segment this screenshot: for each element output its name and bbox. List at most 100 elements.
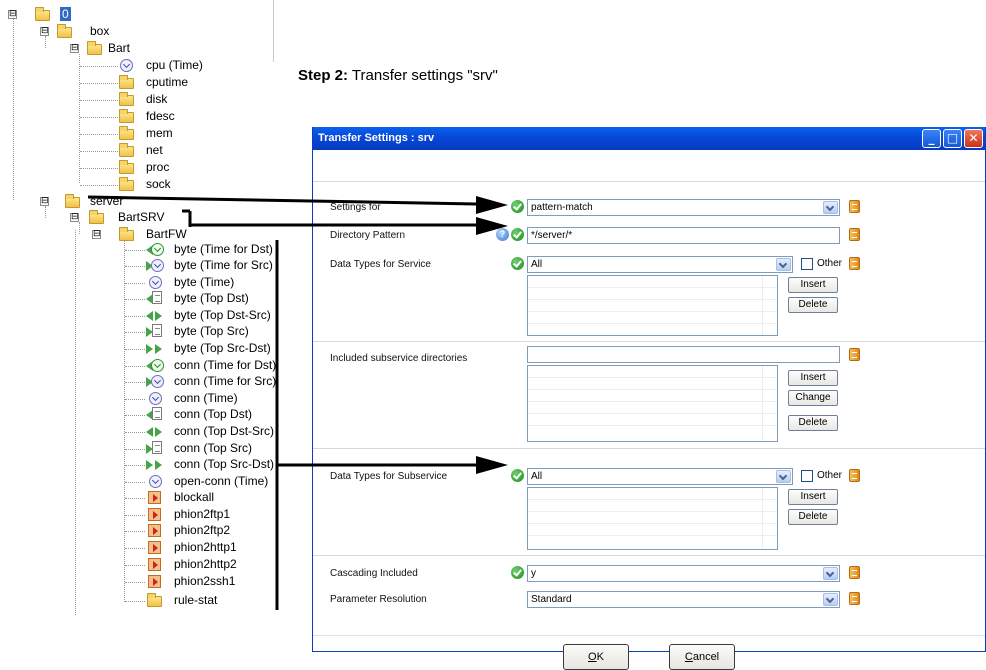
cascading-included-select[interactable]: y bbox=[527, 565, 840, 582]
database-icon[interactable] bbox=[849, 348, 860, 361]
collapse-toggle[interactable]: ⊟ bbox=[70, 44, 79, 53]
check-icon bbox=[511, 228, 524, 241]
step-number: Step 2: bbox=[298, 67, 349, 84]
tree-node-phion2ftp2[interactable]: phion2ftp2 bbox=[146, 522, 276, 539]
tree-guide bbox=[80, 100, 118, 101]
chevron-down-icon[interactable] bbox=[776, 258, 791, 271]
folder-icon bbox=[64, 193, 82, 209]
tree-node-root[interactable]: ⊟ 0 bbox=[8, 6, 88, 23]
tree-node-bart[interactable]: ⊟ Bart bbox=[70, 40, 160, 57]
collapse-toggle[interactable]: ⊟ bbox=[92, 230, 101, 239]
tree-node-label: phion2ftp1 bbox=[174, 507, 231, 521]
tree-node-phion2ssh1[interactable]: phion2ssh1 bbox=[146, 573, 276, 590]
tree-node-conn-top-dst[interactable]: conn (Top Dst) bbox=[146, 406, 276, 423]
cascading-included-value: y bbox=[531, 568, 536, 579]
collapse-toggle[interactable]: ⊟ bbox=[8, 10, 17, 19]
tree-node-conn-time[interactable]: conn (Time) bbox=[146, 390, 276, 407]
tree-guide bbox=[125, 316, 145, 317]
chevron-down-icon[interactable] bbox=[823, 567, 838, 580]
tree-node-proc[interactable]: proc bbox=[118, 159, 238, 176]
tree-node-byte-top-dst-src[interactable]: byte (Top Dst-Src) bbox=[146, 307, 276, 324]
collapse-toggle[interactable]: ⊟ bbox=[70, 213, 79, 222]
directory-pattern-input[interactable]: */server/* bbox=[527, 227, 840, 244]
tree-node-conn-top-src[interactable]: conn (Top Src) bbox=[146, 440, 276, 457]
tree-node-cputime[interactable]: cputime bbox=[118, 74, 238, 91]
tree-node-conn-time-src[interactable]: conn (Time for Src) bbox=[146, 373, 276, 390]
chevron-down-icon[interactable] bbox=[823, 201, 838, 214]
included-subservice-input[interactable] bbox=[527, 346, 840, 363]
tree-node-byte-time[interactable]: byte (Time) bbox=[146, 274, 276, 291]
tree-node-conn-top-src-dst[interactable]: conn (Top Src-Dst) bbox=[146, 456, 276, 473]
tree-node-rule-stat[interactable]: rule-stat bbox=[146, 592, 276, 609]
database-icon[interactable] bbox=[849, 228, 860, 241]
tree-node-fdesc[interactable]: fdesc bbox=[118, 108, 238, 125]
tree-node-byte-time-dst[interactable]: byte (Time for Dst) bbox=[146, 241, 276, 258]
collapse-toggle[interactable]: ⊟ bbox=[40, 197, 49, 206]
insert-button[interactable]: Insert bbox=[788, 370, 838, 386]
database-icon[interactable] bbox=[849, 257, 860, 270]
delete-button[interactable]: Delete bbox=[788, 509, 838, 525]
settings-for-select[interactable]: pattern-match bbox=[527, 199, 840, 216]
tree-node-conn-time-dst[interactable]: conn (Time for Dst) bbox=[146, 357, 276, 374]
tree-node-label: conn (Time for Dst) bbox=[174, 358, 277, 372]
tree-guide bbox=[79, 54, 80, 183]
tree-node-phion2ftp1[interactable]: phion2ftp1 bbox=[146, 506, 276, 523]
tree-node-blockall[interactable]: blockall bbox=[146, 489, 276, 506]
folder-icon bbox=[118, 125, 136, 141]
time-src-icon bbox=[146, 257, 164, 273]
tree-node-label: proc bbox=[146, 160, 170, 174]
data-types-service-select[interactable]: All bbox=[527, 256, 793, 273]
database-icon[interactable] bbox=[849, 566, 860, 579]
tree-node-byte-time-src[interactable]: byte (Time for Src) bbox=[146, 257, 276, 274]
tree-node-label: conn (Top Src) bbox=[174, 441, 253, 455]
tree-node-disk[interactable]: disk bbox=[118, 91, 238, 108]
tree-node-label: Bart bbox=[108, 41, 131, 55]
close-button[interactable]: ✕ bbox=[964, 129, 983, 148]
rule-icon bbox=[146, 539, 164, 555]
tree-node-byte-top-dst[interactable]: byte (Top Dst) bbox=[146, 290, 276, 307]
parameter-resolution-select[interactable]: Standard bbox=[527, 591, 840, 608]
tree-node-server[interactable]: ⊟ server bbox=[40, 193, 130, 210]
database-icon[interactable] bbox=[849, 469, 860, 482]
database-icon[interactable] bbox=[849, 200, 860, 213]
tree-node-byte-top-src[interactable]: byte (Top Src) bbox=[146, 323, 276, 340]
other-checkbox[interactable] bbox=[801, 470, 813, 482]
included-subservice-list[interactable] bbox=[527, 365, 778, 442]
tree-node-conn-top-dst-src[interactable]: conn (Top Dst-Src) bbox=[146, 423, 276, 440]
collapse-toggle[interactable]: ⊟ bbox=[40, 27, 49, 36]
data-types-subservice-value: All bbox=[531, 471, 543, 482]
tree-node-phion2http1[interactable]: phion2http1 bbox=[146, 539, 276, 556]
tree-node-label: byte (Time for Dst) bbox=[174, 242, 273, 256]
tree-guide bbox=[125, 366, 145, 367]
help-icon[interactable]: ? bbox=[496, 228, 509, 241]
data-types-service-list[interactable] bbox=[527, 275, 778, 336]
tree-node-bartsrv[interactable]: ⊟ BartSRV bbox=[70, 209, 170, 226]
database-icon[interactable] bbox=[849, 592, 860, 605]
tree-node-mem[interactable]: mem bbox=[118, 125, 238, 142]
insert-button[interactable]: Insert bbox=[788, 489, 838, 505]
delete-button[interactable]: Delete bbox=[788, 297, 838, 313]
delete-button[interactable]: Delete bbox=[788, 415, 838, 431]
maximize-button[interactable]: □ bbox=[943, 129, 962, 148]
cancel-button[interactable]: Cancel bbox=[669, 644, 735, 670]
window-titlebar[interactable]: Transfer Settings : srv _ □ ✕ bbox=[313, 127, 985, 150]
minimize-button[interactable]: _ bbox=[922, 129, 941, 148]
change-button[interactable]: Change bbox=[788, 390, 838, 406]
data-types-subservice-list[interactable] bbox=[527, 487, 778, 550]
folder-icon bbox=[56, 23, 74, 39]
tree-node-phion2http2[interactable]: phion2http2 bbox=[146, 556, 276, 573]
ok-button[interactable]: OK bbox=[563, 644, 629, 670]
chevron-down-icon[interactable] bbox=[776, 470, 791, 483]
chevron-down-icon[interactable] bbox=[823, 593, 838, 606]
top-src-icon bbox=[146, 323, 164, 339]
tree-node-cpu-time[interactable]: cpu (Time) bbox=[118, 57, 238, 74]
insert-button[interactable]: Insert bbox=[788, 277, 838, 293]
tree-node-sock[interactable]: sock bbox=[118, 176, 238, 193]
tree-guide bbox=[125, 565, 145, 566]
tree-node-box[interactable]: ⊟ box bbox=[40, 23, 120, 40]
data-types-subservice-select[interactable]: All bbox=[527, 468, 793, 485]
tree-node-open-conn-time[interactable]: open-conn (Time) bbox=[146, 473, 276, 490]
tree-node-byte-top-src-dst[interactable]: byte (Top Src-Dst) bbox=[146, 340, 276, 357]
other-checkbox[interactable] bbox=[801, 258, 813, 270]
tree-node-net[interactable]: net bbox=[118, 142, 238, 159]
